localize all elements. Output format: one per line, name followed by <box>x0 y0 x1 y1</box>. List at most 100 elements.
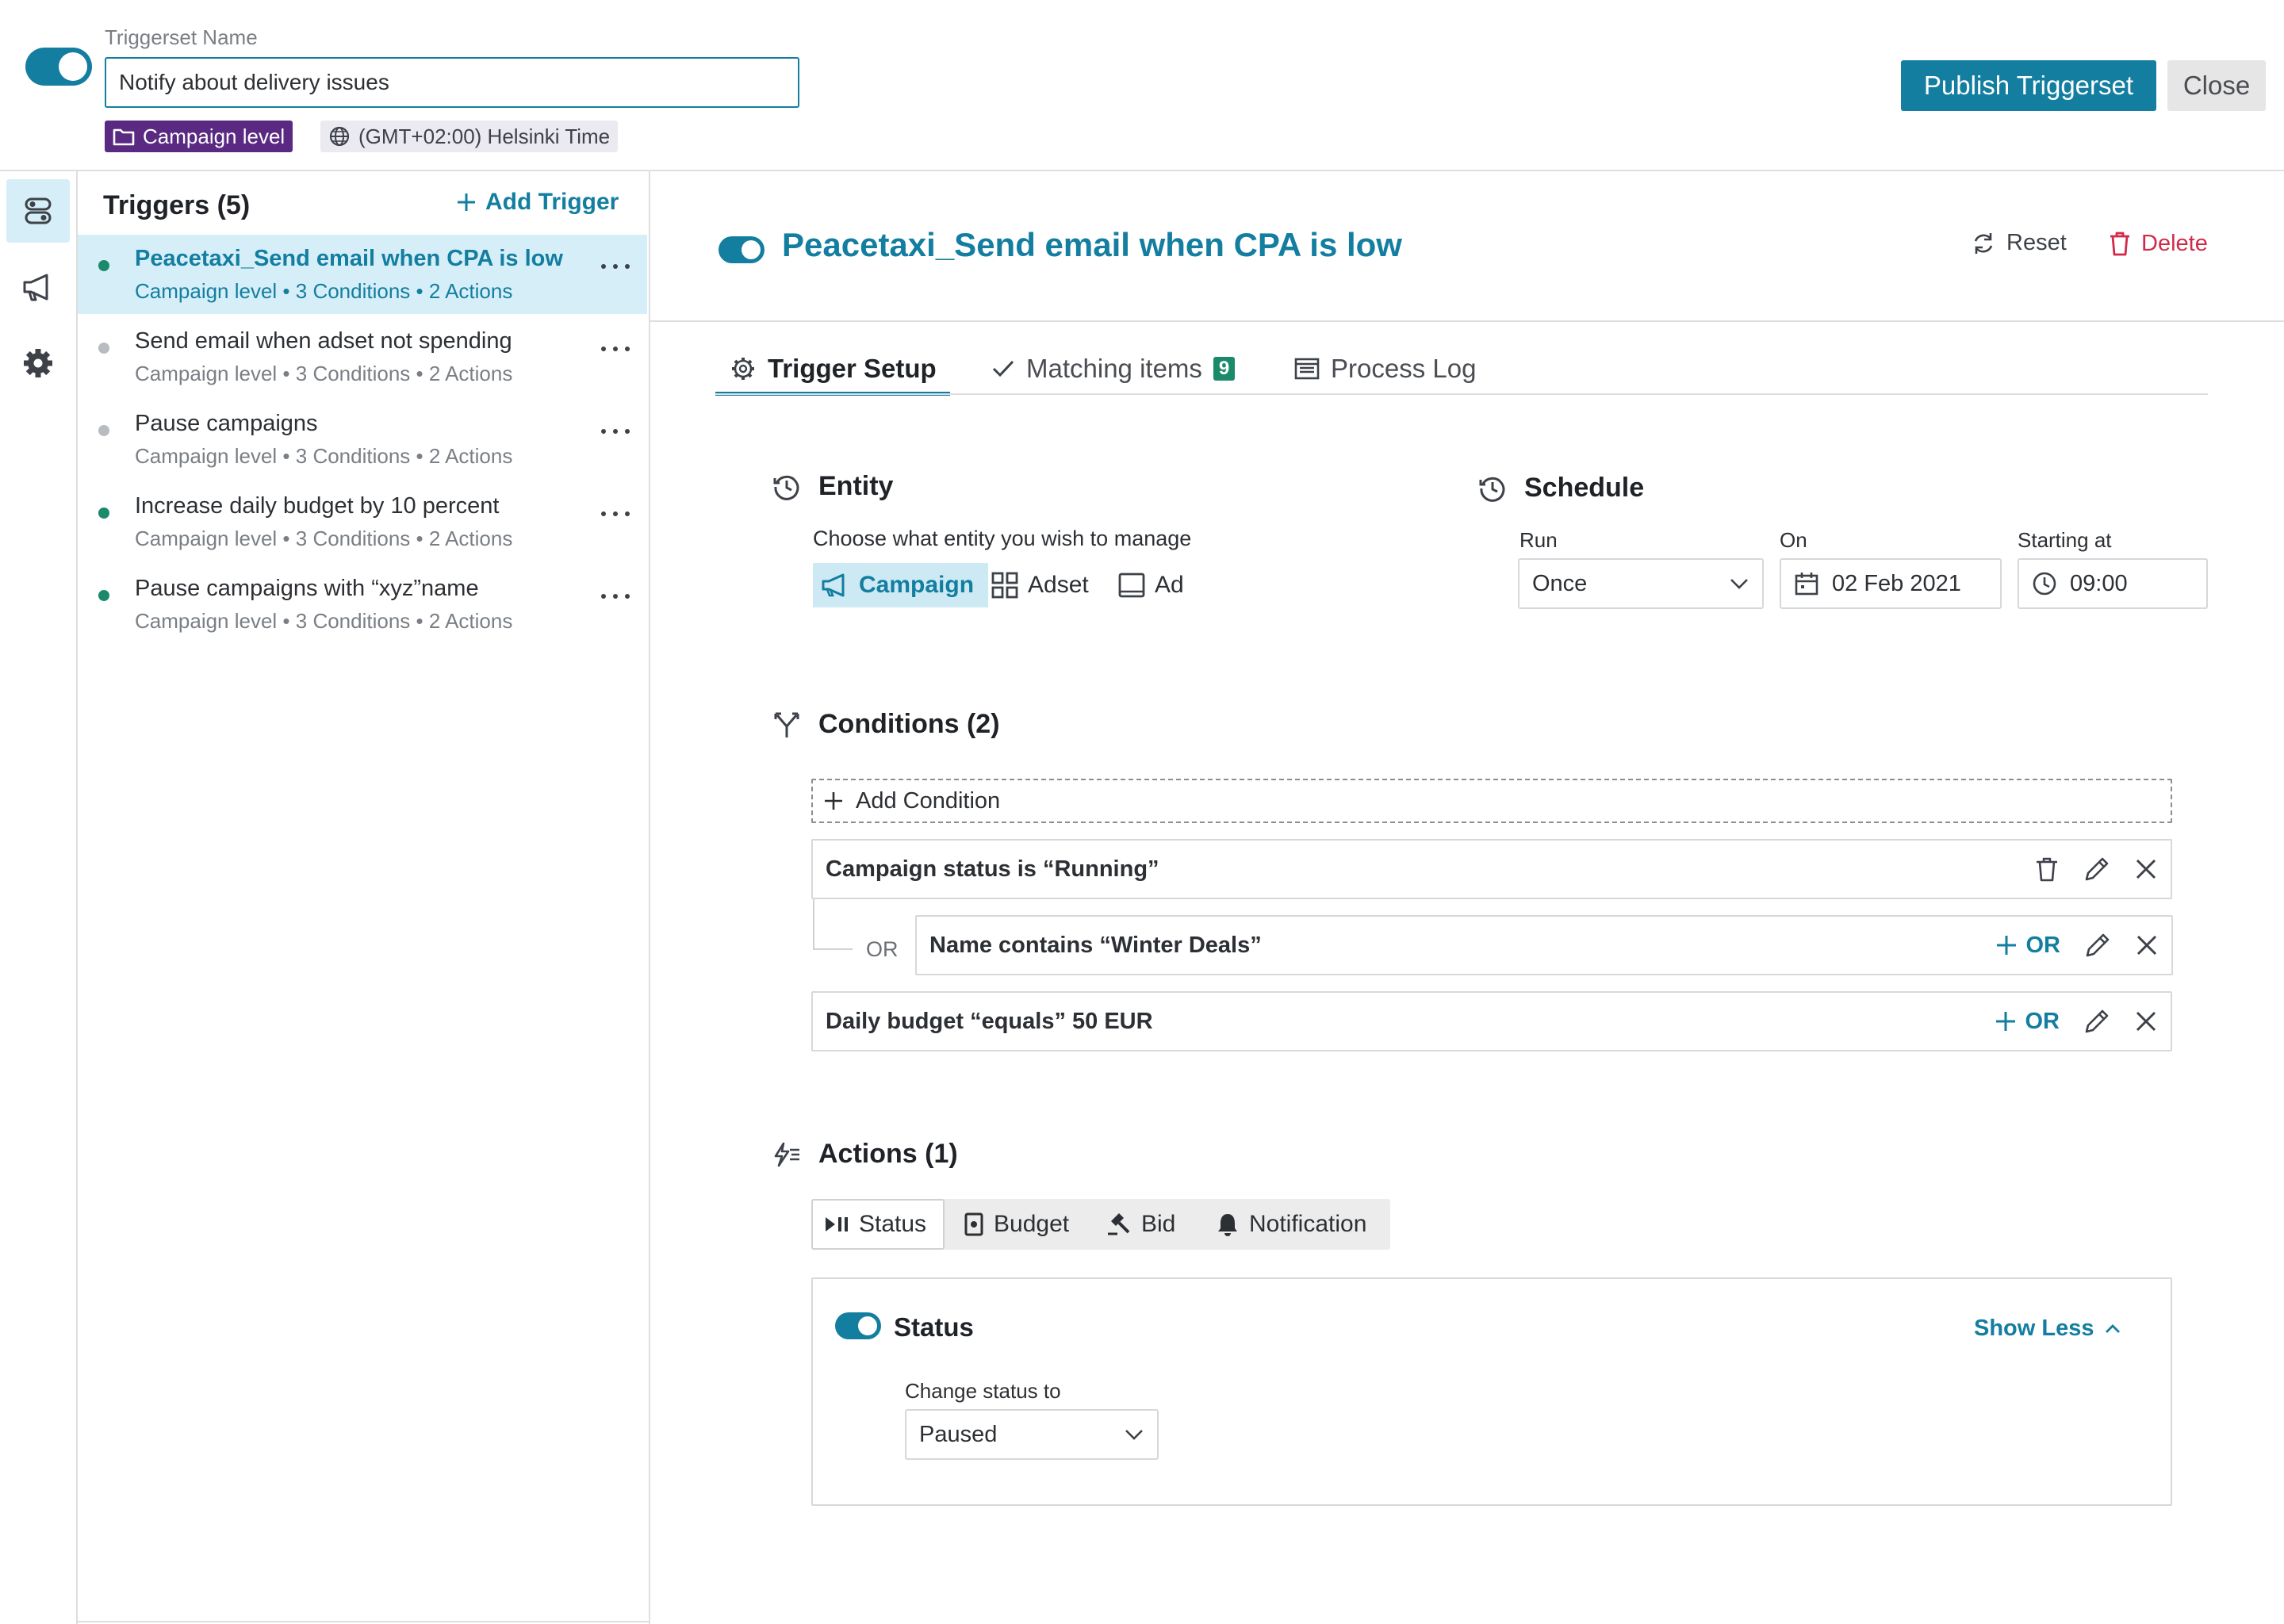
timezone-label: (GMT+02:00) Helsinki Time <box>358 124 611 148</box>
status-action-toggle[interactable] <box>835 1312 881 1339</box>
rail-campaigns[interactable] <box>6 255 70 319</box>
trigger-meta: Campaign level • 3 Conditions • 2 Action… <box>135 362 513 385</box>
tab-trigger-setup[interactable]: Trigger Setup <box>730 341 937 396</box>
header-divider <box>0 170 2284 171</box>
entity-section-title: Entity <box>772 471 893 502</box>
trigger-meta: Campaign level • 3 Conditions • 2 Action… <box>135 527 513 550</box>
add-or-label: OR <box>2025 1008 2060 1034</box>
action-tab-label: Status <box>859 1211 927 1237</box>
action-tab-budget[interactable]: Budget <box>952 1199 1080 1250</box>
triggerset-enabled-toggle[interactable] <box>25 48 92 86</box>
change-status-select[interactable]: Paused <box>905 1409 1159 1460</box>
schedule-section-title: Schedule <box>1478 473 1644 504</box>
action-tab-notification[interactable]: Notification <box>1205 1199 1378 1250</box>
tab-process-log[interactable]: Process Log <box>1294 341 1476 396</box>
chevron-up-icon <box>2104 1323 2121 1335</box>
close-icon[interactable] <box>2135 933 2159 957</box>
condition-row[interactable]: Daily budget “equals” 50 EUR OR <box>811 991 2172 1051</box>
calendar-icon <box>1794 571 1819 596</box>
show-less-button[interactable]: Show Less <box>1974 1316 2121 1342</box>
rail-triggers[interactable] <box>6 179 70 243</box>
list-divider <box>649 171 650 1624</box>
trigger-item[interactable]: Peacetaxi_Send email when CPA is low Cam… <box>78 235 647 314</box>
action-tab-bid[interactable]: Bid <box>1095 1199 1186 1250</box>
or-connector-label: OR <box>866 937 899 961</box>
plus-icon <box>455 191 477 213</box>
trigger-item[interactable]: Pause campaigns with “xyz”name Campaign … <box>78 565 647 644</box>
action-type-tabs: Status Budget Bid Notification <box>811 1199 1390 1250</box>
action-tab-status[interactable]: Status <box>811 1199 945 1250</box>
reset-button[interactable]: Reset <box>1972 230 2067 256</box>
trigger-item[interactable]: Pause campaigns Campaign level • 3 Condi… <box>78 400 647 479</box>
on-label: On <box>1780 528 1807 552</box>
more-icon[interactable] <box>601 504 630 523</box>
gavel-icon <box>1106 1212 1132 1237</box>
level-badge-label: Campaign level <box>143 124 286 148</box>
condition-row[interactable]: Name contains “Winter Deals” OR <box>915 915 2173 975</box>
log-icon <box>1294 358 1320 380</box>
triggerset-name-input[interactable] <box>105 57 799 108</box>
edit-icon[interactable] <box>2083 856 2110 883</box>
condition-text: Name contains “Winter Deals” <box>929 932 1262 958</box>
action-tab-label: Notification <box>1249 1211 1367 1237</box>
date-value: 02 Feb 2021 <box>1832 570 1961 596</box>
play-pause-icon <box>824 1215 849 1234</box>
status-dot <box>98 343 109 354</box>
add-condition-button[interactable]: Add Condition <box>811 779 2172 823</box>
edit-icon[interactable] <box>2083 1008 2110 1035</box>
grid-icon <box>991 572 1018 599</box>
more-icon[interactable] <box>601 339 630 358</box>
action-tab-label: Bid <box>1141 1211 1176 1237</box>
tabs-divider <box>715 393 2208 395</box>
date-input[interactable]: 02 Feb 2021 <box>1780 558 2002 609</box>
rail-settings[interactable] <box>6 331 70 395</box>
edit-icon[interactable] <box>2084 932 2111 959</box>
actions-section-title: Actions (1) <box>772 1139 958 1170</box>
condition-row[interactable]: Campaign status is “Running” <box>811 839 2172 899</box>
toggles-icon <box>22 195 54 227</box>
entity-option-adset[interactable]: Adset <box>985 563 1095 607</box>
more-icon[interactable] <box>601 422 630 441</box>
trigger-title: Send email when adset not spending <box>135 328 512 354</box>
more-icon[interactable] <box>601 587 630 606</box>
megaphone-icon <box>21 271 55 303</box>
entity-option-label: Adset <box>1028 572 1089 598</box>
plus-icon <box>822 790 845 812</box>
tab-label: Trigger Setup <box>768 354 937 383</box>
trash-icon[interactable] <box>2034 856 2060 883</box>
check-icon <box>991 358 1015 379</box>
show-less-label: Show Less <box>1974 1316 2094 1341</box>
add-or-button[interactable]: OR <box>1995 933 2060 959</box>
delete-button[interactable]: Delete <box>2108 230 2208 257</box>
more-icon[interactable] <box>601 257 630 276</box>
trigger-title: Pause campaigns with “xyz”name <box>135 576 479 601</box>
close-icon[interactable] <box>2134 857 2158 881</box>
close-button[interactable]: Close <box>2167 60 2266 111</box>
publish-triggerset-button[interactable]: Publish Triggerset <box>1901 60 2156 111</box>
condition-text: Campaign status is “Running” <box>826 856 1159 882</box>
add-or-button[interactable]: OR <box>1994 1009 2060 1035</box>
trigger-item[interactable]: Increase daily budget by 10 percent Camp… <box>78 482 647 561</box>
megaphone-icon <box>821 573 849 598</box>
triggers-title: Triggers (5) <box>103 190 251 220</box>
trigger-meta: Campaign level • 3 Conditions • 2 Action… <box>135 609 513 633</box>
add-trigger-button[interactable]: Add Trigger <box>455 189 619 216</box>
run-select[interactable]: Once <box>1518 558 1764 609</box>
conditions-section-title: Conditions (2) <box>772 709 1000 740</box>
change-status-value: Paused <box>919 1421 998 1447</box>
tab-matching-items[interactable]: Matching items 9 <box>991 341 1236 396</box>
status-action-card: Status Show Less Change status to Paused <box>811 1277 2172 1506</box>
trigger-item[interactable]: Send email when adset not spending Campa… <box>78 317 647 396</box>
entity-option-ad[interactable]: Ad <box>1112 563 1190 607</box>
status-dot <box>98 590 109 601</box>
trigger-enabled-toggle[interactable] <box>719 236 765 263</box>
entity-option-campaign[interactable]: Campaign <box>813 563 989 607</box>
run-value: Once <box>1532 570 1588 596</box>
start-label: Starting at <box>2018 528 2112 552</box>
conditions-title: Conditions (2) <box>818 709 1000 739</box>
run-label: Run <box>1519 528 1558 552</box>
entity-option-label: Campaign <box>859 572 975 598</box>
clock-icon <box>772 473 801 501</box>
close-icon[interactable] <box>2134 1009 2158 1033</box>
time-input[interactable]: 09:00 <box>2018 558 2208 609</box>
